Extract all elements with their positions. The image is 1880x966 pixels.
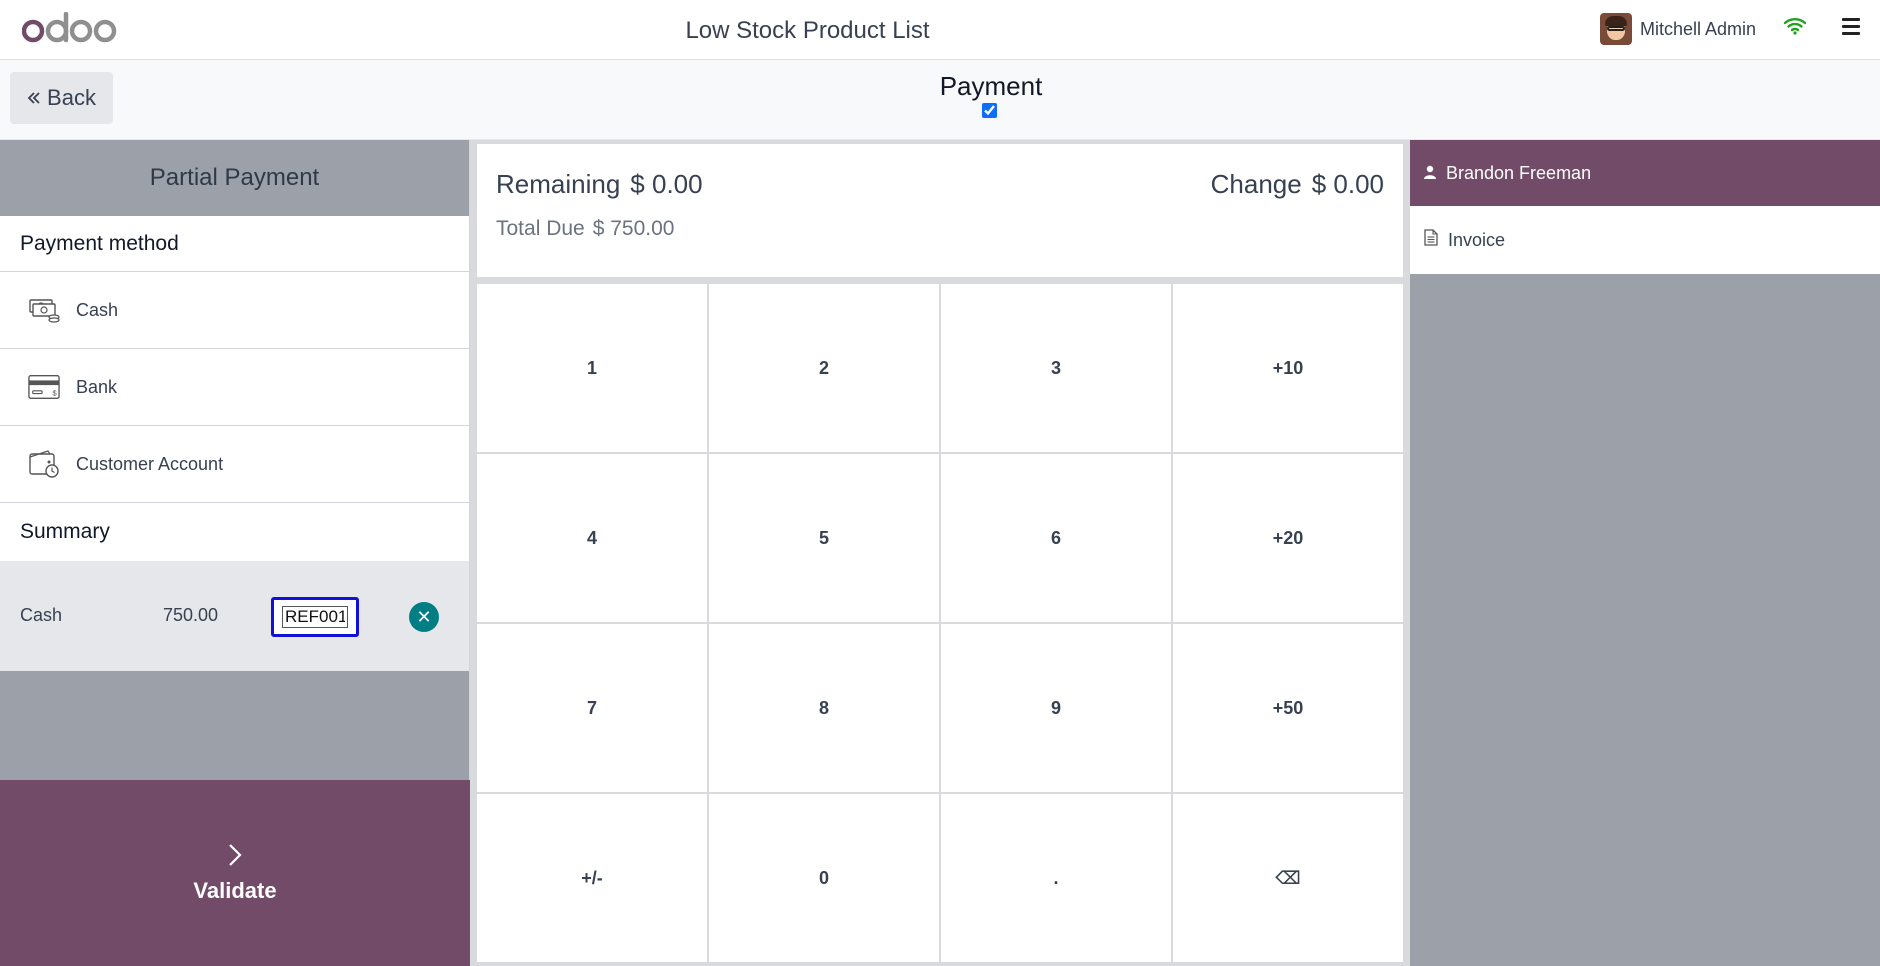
invoice-label: Invoice	[1448, 229, 1506, 250]
remaining-value: $ 0.00	[630, 169, 703, 199]
numpad-key-6[interactable]: 6	[941, 454, 1171, 622]
user-icon	[1424, 163, 1436, 184]
change-value: $ 0.00	[1311, 169, 1384, 199]
total-due-label: Total Due	[496, 217, 585, 240]
invoice-button[interactable]: Invoice	[1410, 206, 1880, 274]
change: Change $ 0.00	[1211, 169, 1384, 200]
wifi-icon[interactable]	[1783, 17, 1807, 40]
avatar	[1600, 13, 1632, 45]
payment-center-panel: Remaining $ 0.00 Change $ 0.00 Total Due $ …	[470, 140, 1410, 966]
top-bar: Low Stock Product List Mitchell Admin	[0, 0, 1880, 60]
numpad-key-plus-20[interactable]: +20	[1173, 454, 1403, 622]
payment-method-cash[interactable]: Cash	[0, 272, 469, 349]
numpad-key-7[interactable]: 7	[477, 624, 707, 792]
svg-text:$: $	[52, 388, 57, 397]
chevron-right-icon	[227, 843, 243, 872]
numpad-key-2[interactable]: 2	[709, 284, 939, 452]
shop-title: Low Stock Product List	[685, 17, 930, 44]
payment-method-customer-account[interactable]: Customer Account	[0, 426, 469, 503]
payment-status: Remaining $ 0.00 Change $ 0.00 Total Due $ …	[477, 144, 1403, 277]
total-due: Total Due $ 750.00	[496, 217, 674, 241]
summary-heading: Summary	[20, 520, 110, 543]
screen-title: Payment	[939, 71, 1043, 101]
payment-checkbox[interactable]	[982, 103, 997, 118]
remaining-label: Remaining	[496, 169, 621, 199]
payment-method-label: Bank	[76, 376, 118, 397]
numpad-key-3[interactable]: 3	[941, 284, 1171, 452]
payment-reference-input[interactable]	[282, 606, 348, 628]
left-panel-spacer	[0, 671, 469, 780]
backspace-icon[interactable]: ⌫	[1173, 794, 1403, 962]
control-bar: Back Payment	[0, 60, 1880, 140]
numpad-key-5[interactable]: 5	[709, 454, 939, 622]
remaining: Remaining $ 0.00	[496, 169, 703, 200]
payment-method-heading: Payment method	[0, 216, 469, 272]
payment-line[interactable]: Cash 750.00 ✕	[0, 561, 469, 671]
numpad-key-plus-minus[interactable]: +/-	[477, 794, 707, 962]
numpad-key-0[interactable]: 0	[709, 794, 939, 962]
validate-label: Validate	[193, 877, 277, 903]
payment-right-panel: Brandon Freeman Invoice	[1410, 140, 1880, 966]
user-menu[interactable]: Mitchell Admin	[1600, 13, 1756, 45]
payment-method-label: Customer Account	[76, 453, 224, 474]
cash-icon	[28, 294, 60, 326]
payment-line-method: Cash	[20, 605, 63, 625]
delete-payment-line-icon[interactable]: ✕	[409, 602, 439, 632]
user-name: Mitchell Admin	[1640, 18, 1757, 39]
validate-button[interactable]: Validate	[0, 780, 470, 966]
numpad: 1 2 3 +10 4 5 6 +20 7 8 9 +50 +/- 0 . ⌫	[477, 284, 1403, 962]
payment-line-amount[interactable]: 750.00	[163, 605, 218, 626]
numpad-key-1[interactable]: 1	[477, 284, 707, 452]
wallet-clock-icon	[28, 448, 60, 480]
payment-left-panel: Partial Payment Payment method Cash $ Ba…	[0, 140, 470, 966]
partial-payment-button[interactable]: Partial Payment	[0, 140, 469, 216]
payment-method-bank[interactable]: $ Bank	[0, 349, 469, 426]
numpad-key-4[interactable]: 4	[477, 454, 707, 622]
change-label: Change	[1210, 169, 1302, 199]
customer-button[interactable]: Brandon Freeman	[1410, 140, 1880, 206]
numpad-key-8[interactable]: 8	[709, 624, 939, 792]
hamburger-menu-icon[interactable]	[1842, 18, 1860, 39]
file-text-icon	[1424, 229, 1438, 251]
numpad-key-plus-10[interactable]: +10	[1173, 284, 1403, 452]
numpad-key-decimal[interactable]: .	[941, 794, 1171, 962]
payment-reference-focus	[271, 597, 359, 637]
numpad-key-plus-50[interactable]: +50	[1173, 624, 1403, 792]
total-due-value: $ 750.00	[592, 217, 675, 240]
payment-method-label: Cash	[76, 299, 119, 320]
bank-card-icon: $	[28, 371, 60, 403]
numpad-key-9[interactable]: 9	[941, 624, 1171, 792]
customer-name: Brandon Freeman	[1446, 162, 1592, 183]
